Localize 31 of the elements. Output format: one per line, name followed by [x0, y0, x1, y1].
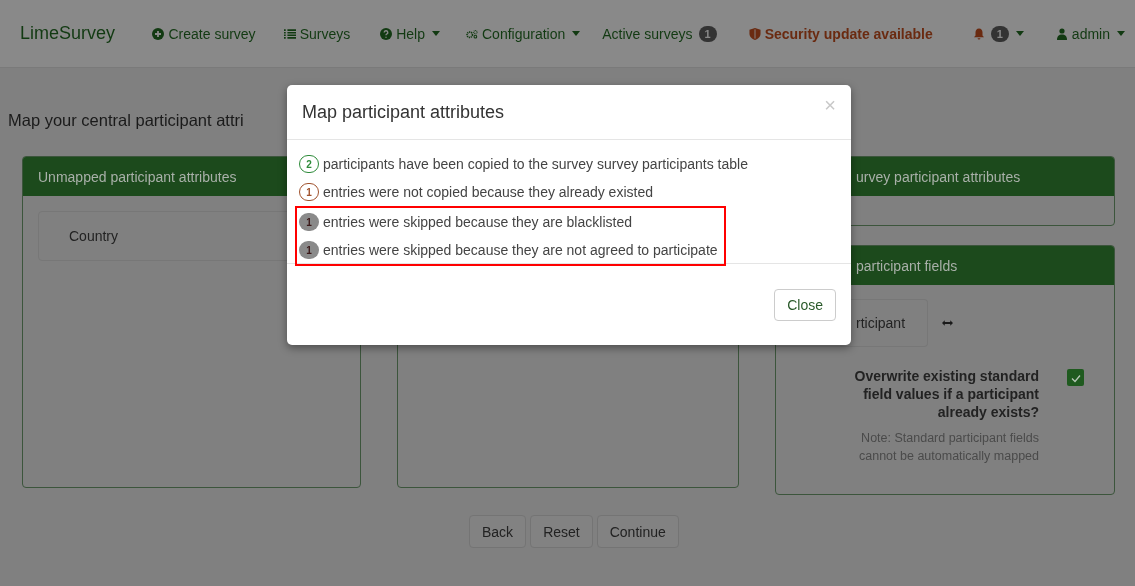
- double-arrow-icon: [942, 320, 953, 326]
- count-badge: 1: [299, 183, 319, 201]
- count-badge: 1: [698, 25, 717, 42]
- dialog-title: Map participant attributes: [302, 101, 505, 123]
- close-button[interactable]: Close: [774, 288, 836, 321]
- page-button[interactable]: Back: [469, 515, 527, 548]
- page-button[interactable]: Continue: [596, 515, 679, 548]
- list-icon: [283, 27, 296, 40]
- count-badge: 1: [299, 241, 319, 259]
- page-title: Map your central participant attri: [8, 110, 244, 131]
- plus-circle-icon: [152, 27, 165, 40]
- overwrite-label: Overwrite existing standard field values if a participant already exists?: [853, 367, 1039, 421]
- count-badge: 1: [299, 213, 319, 231]
- user-icon: [1055, 27, 1068, 40]
- shield-icon: [748, 27, 761, 40]
- page-button[interactable]: Reset: [530, 515, 593, 548]
- nav-item[interactable]: 1: [962, 25, 1034, 42]
- nav-item[interactable]: Surveys: [273, 25, 361, 42]
- nav-item[interactable]: Help: [370, 25, 450, 42]
- nav-item[interactable]: Security update available: [738, 25, 943, 42]
- count-badge: 2: [299, 155, 319, 173]
- count-badge: 1: [990, 25, 1009, 42]
- nav-item[interactable]: Active surveys 1: [592, 25, 727, 42]
- nav-item[interactable]: admin: [1045, 25, 1135, 42]
- nav-item[interactable]: Configuration: [456, 25, 591, 42]
- question-circle-icon: [380, 27, 393, 40]
- bell-icon: [972, 27, 985, 40]
- checkbox[interactable]: [1067, 369, 1084, 386]
- brand-link[interactable]: LimeSurvey: [20, 23, 143, 44]
- nav-item[interactable]: Create survey: [142, 25, 266, 42]
- gears-icon: [466, 27, 478, 40]
